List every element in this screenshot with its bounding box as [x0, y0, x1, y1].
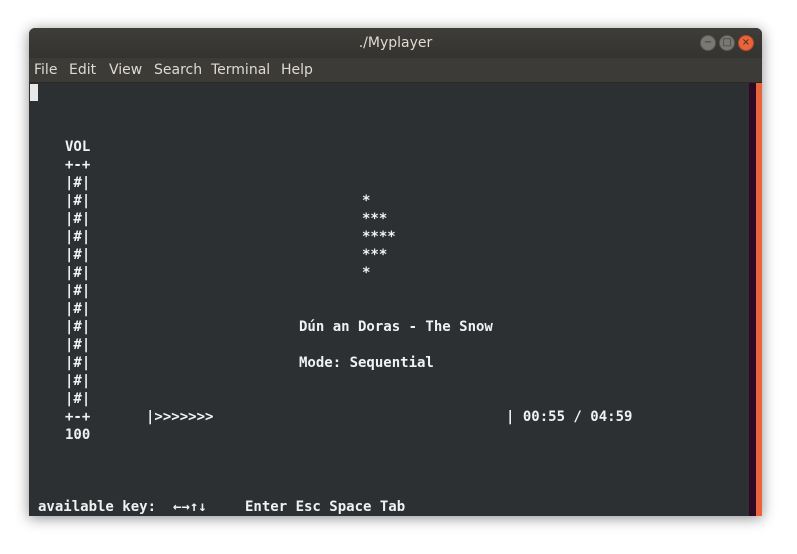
- arrow-keys: ←→↑↓: [173, 499, 207, 515]
- maximize-button[interactable]: □: [719, 35, 735, 51]
- progress-bar: |>>>>>>>: [146, 409, 214, 425]
- visualizer-row: ***: [362, 211, 388, 227]
- visualizer-row: ****: [362, 229, 396, 245]
- menu-edit[interactable]: Edit: [69, 58, 96, 82]
- minimize-button[interactable]: −: [700, 35, 716, 51]
- volume-bottom-border: +-+: [65, 409, 91, 425]
- volume-bar-row: |#|: [65, 301, 91, 317]
- scrollbar-thumb[interactable]: [756, 83, 762, 516]
- volume-bar-row: |#|: [65, 373, 91, 389]
- playback-time: | 00:55 / 04:59: [506, 409, 633, 425]
- volume-bar-row: |#|: [65, 355, 91, 371]
- volume-bar-row: |#|: [65, 283, 91, 299]
- terminal-content[interactable]: VOL +-+ |#| |#| |#| |#| |#| |#| |#| |#| …: [29, 83, 749, 516]
- volume-bar-row: |#|: [65, 211, 91, 227]
- menu-bar: File Edit View Search Terminal Help: [29, 58, 762, 83]
- close-icon: ×: [741, 37, 751, 48]
- menu-help[interactable]: Help: [281, 58, 313, 82]
- menu-view[interactable]: View: [109, 58, 142, 82]
- volume-bar-row: |#|: [65, 247, 91, 263]
- volume-bar-row: |#|: [65, 229, 91, 245]
- key-names: Enter Esc Space Tab: [245, 499, 406, 515]
- close-button[interactable]: ×: [738, 35, 754, 51]
- volume-bar-row: |#|: [65, 337, 91, 353]
- volume-value: 100: [65, 427, 91, 443]
- visualizer-row: *: [362, 193, 371, 209]
- menu-search[interactable]: Search: [154, 58, 202, 82]
- menu-file[interactable]: File: [34, 58, 57, 82]
- volume-bar-row: |#|: [65, 265, 91, 281]
- maximize-icon: □: [722, 37, 732, 48]
- menu-terminal[interactable]: Terminal: [211, 58, 270, 82]
- window-title: ./Myplayer: [358, 35, 433, 51]
- song-title: Dún an Doras - The Snow: [299, 319, 493, 335]
- terminal-window: ./Myplayer − □ × File Edit View Search T…: [29, 28, 762, 516]
- text-cursor: [30, 84, 38, 101]
- title-bar[interactable]: ./Myplayer − □ ×: [29, 28, 762, 58]
- available-keys-label: available key:: [38, 499, 157, 515]
- volume-bar-row: |#|: [65, 193, 91, 209]
- volume-label: VOL: [65, 139, 91, 155]
- volume-bar-row: |#|: [65, 391, 91, 407]
- minimize-icon: −: [703, 37, 713, 48]
- volume-bar-row: |#|: [65, 175, 91, 191]
- volume-bar-row: |#|: [65, 319, 91, 335]
- volume-top-border: +-+: [65, 157, 91, 173]
- visualizer-row: ***: [362, 247, 388, 263]
- play-mode: Mode: Sequential: [299, 355, 434, 371]
- visualizer-row: *: [362, 265, 371, 281]
